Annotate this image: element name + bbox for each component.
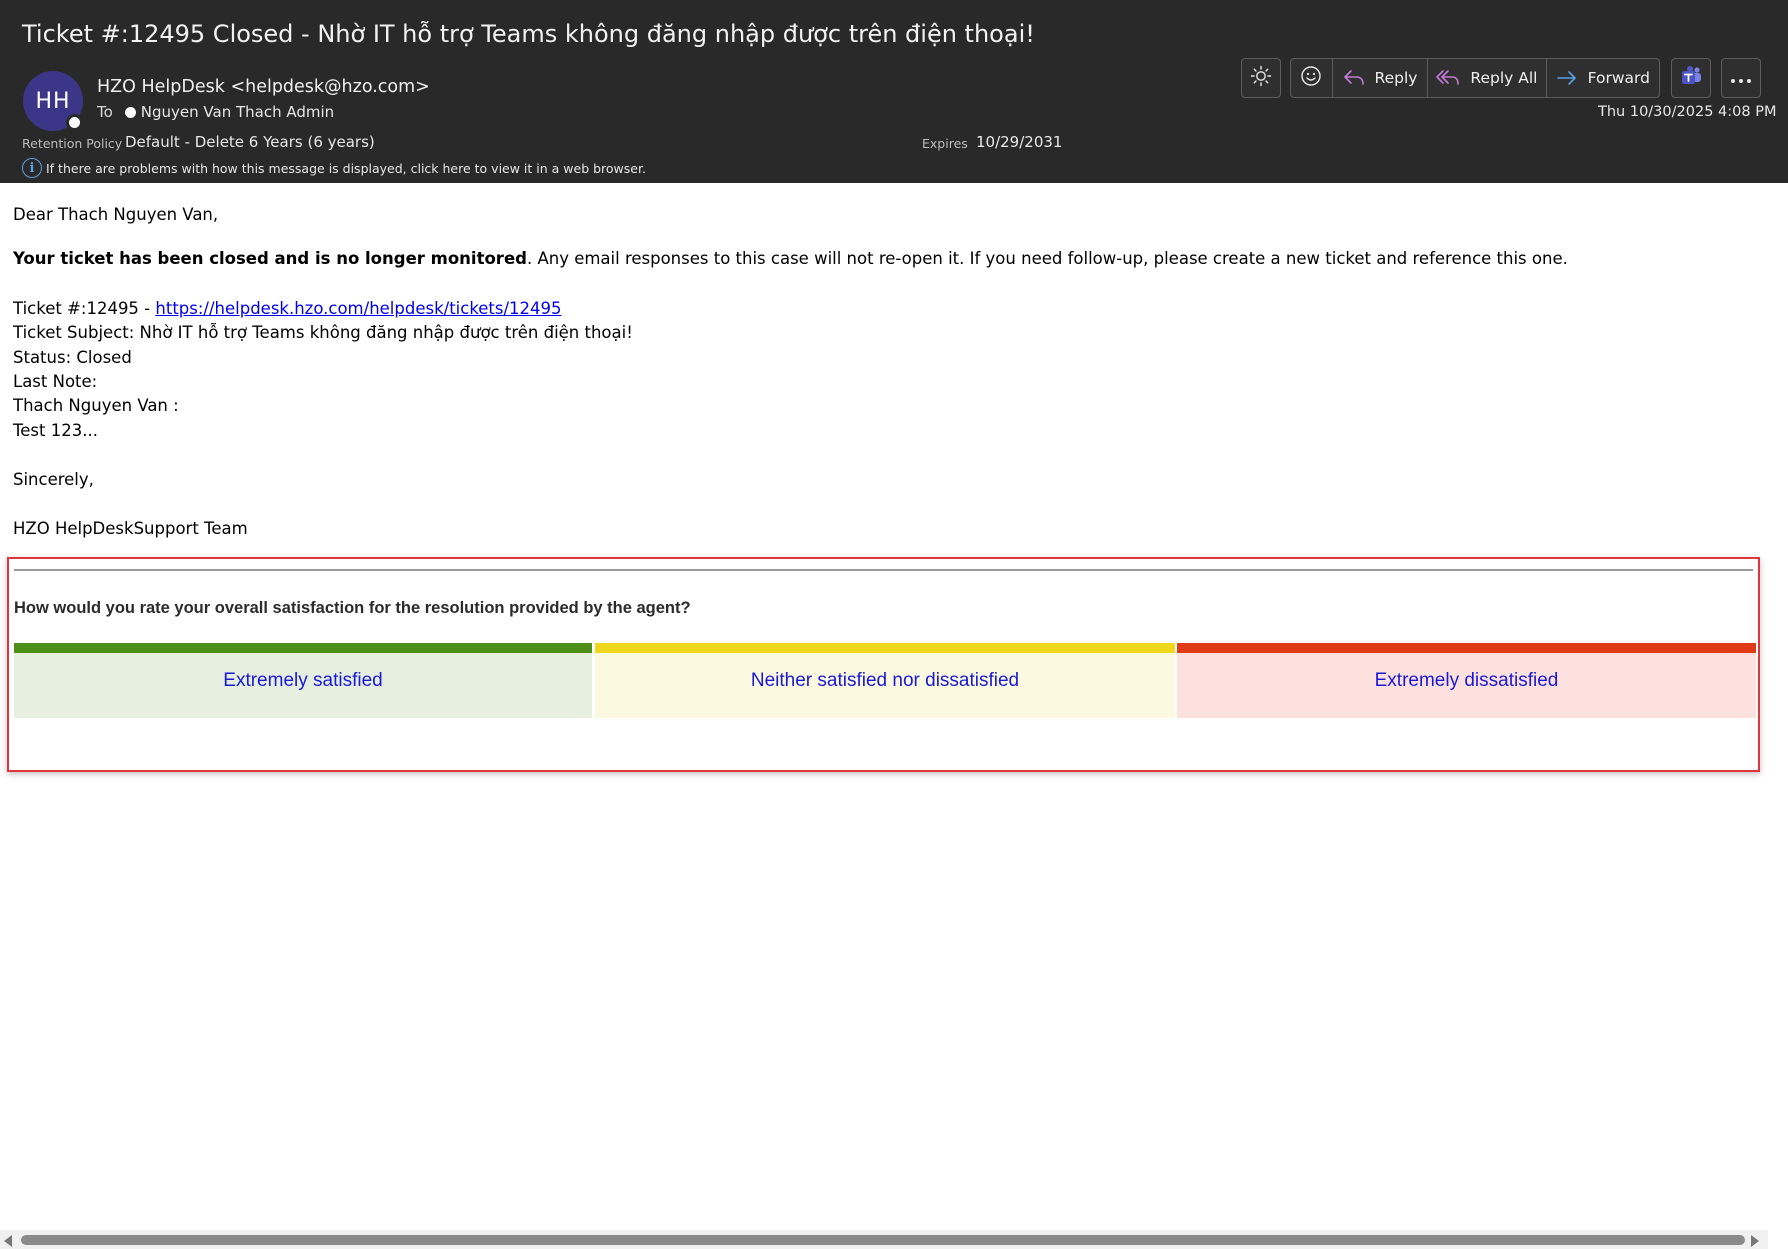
scroll-left-arrow-icon[interactable]	[4, 1235, 12, 1247]
display-problem-infobar[interactable]: i If there are problems with how this me…	[22, 158, 646, 178]
note-author: Thach Nguyen Van :	[13, 396, 179, 415]
rating-extremely-dissatisfied[interactable]: Extremely dissatisfied	[1177, 643, 1756, 718]
team-signature: HZO HelpDeskSupport Team	[13, 519, 248, 538]
message-subject: Ticket #:12495 Closed - Nhờ IT hỗ trợ Te…	[22, 20, 1035, 48]
expires-value: 10/29/2031	[976, 133, 1063, 151]
avatar-initials: HH	[35, 88, 71, 114]
closed-notice-text: . Any email responses to this case will …	[526, 249, 1568, 268]
satisfaction-survey: How would you rate your overall satisfac…	[7, 557, 1760, 772]
rating-label[interactable]: Extremely dissatisfied	[1375, 670, 1559, 692]
rating-neutral[interactable]: Neither satisfied nor dissatisfied	[595, 643, 1175, 718]
received-datetime: Thu 10/30/2025 4:08 PM	[1598, 104, 1777, 120]
teams-icon	[1679, 64, 1703, 92]
to-label: To	[97, 103, 113, 121]
reply-all-arrow-icon	[1436, 69, 1460, 87]
ticket-status: Status: Closed	[13, 348, 132, 367]
brightness-button[interactable]	[1241, 58, 1281, 98]
last-note-label: Last Note:	[13, 372, 98, 391]
sender-name[interactable]: HZO HelpDesk <helpdesk@hzo.com>	[97, 77, 430, 97]
recipient-name[interactable]: Nguyen Van Thach Admin	[141, 103, 334, 121]
ticket-number: Ticket #:12495 -	[13, 299, 156, 318]
closed-notice: Your ticket has been closed and is no lo…	[13, 249, 1568, 268]
share-to-teams-button[interactable]	[1671, 58, 1711, 98]
forward-button[interactable]: Forward	[1547, 59, 1659, 97]
recipient-presence-icon	[124, 106, 136, 118]
greeting: Dear Thach Nguyen Van,	[13, 205, 219, 224]
scrollbar-thumb[interactable]	[21, 1235, 1745, 1245]
reply-all-button[interactable]: Reply All	[1428, 59, 1547, 97]
rating-extremely-satisfied[interactable]: Extremely satisfied	[14, 643, 592, 718]
reply-button[interactable]: Reply	[1333, 59, 1429, 97]
smiley-icon	[1300, 65, 1322, 91]
emoji-reaction-button[interactable]	[1291, 59, 1333, 97]
ticket-subject: Ticket Subject: Nhờ IT hỗ trợ Teams khôn…	[13, 323, 633, 342]
infobar-text[interactable]: If there are problems with how this mess…	[46, 161, 646, 176]
retention-policy-value: Default - Delete 6 Years (6 years)	[125, 133, 375, 151]
closed-notice-bold: Your ticket has been closed and is no lo…	[13, 249, 527, 268]
retention-policy-label: Retention Policy	[22, 136, 123, 151]
more-icon	[1730, 69, 1752, 88]
survey-question: How would you rate your overall satisfac…	[14, 599, 691, 617]
reply-toolbar: Reply Reply All Forward	[1290, 58, 1660, 98]
rating-label[interactable]: Extremely satisfied	[223, 670, 382, 692]
ticket-link[interactable]: https://helpdesk.hzo.com/helpdesk/ticket…	[155, 299, 561, 318]
reply-all-label: Reply All	[1470, 69, 1538, 87]
sign-off: Sincerely,	[13, 470, 94, 489]
presence-status-icon	[66, 114, 83, 131]
horizontal-scrollbar[interactable]	[0, 1230, 1768, 1249]
reply-arrow-icon	[1343, 69, 1365, 87]
recipient-row: To Nguyen Van Thach Admin	[97, 103, 334, 121]
rating-bar-red	[1177, 643, 1756, 653]
forward-arrow-icon	[1556, 70, 1578, 86]
rating-bar-yellow	[595, 643, 1175, 653]
rating-bar-green	[14, 643, 592, 653]
scroll-right-arrow-icon[interactable]	[1751, 1235, 1759, 1247]
survey-divider	[14, 569, 1753, 571]
more-actions-button[interactable]	[1721, 58, 1761, 98]
note-text: Test 123...	[13, 421, 98, 440]
expires-label: Expires	[922, 136, 968, 151]
forward-label: Forward	[1587, 69, 1650, 87]
message-header: Ticket #:12495 Closed - Nhờ IT hỗ trợ Te…	[0, 0, 1788, 183]
info-icon: i	[22, 158, 42, 178]
sun-icon	[1250, 65, 1272, 91]
rating-label[interactable]: Neither satisfied nor dissatisfied	[751, 670, 1019, 692]
reply-label: Reply	[1374, 69, 1418, 87]
ticket-line: Ticket #:12495 - https://helpdesk.hzo.co…	[13, 299, 562, 318]
